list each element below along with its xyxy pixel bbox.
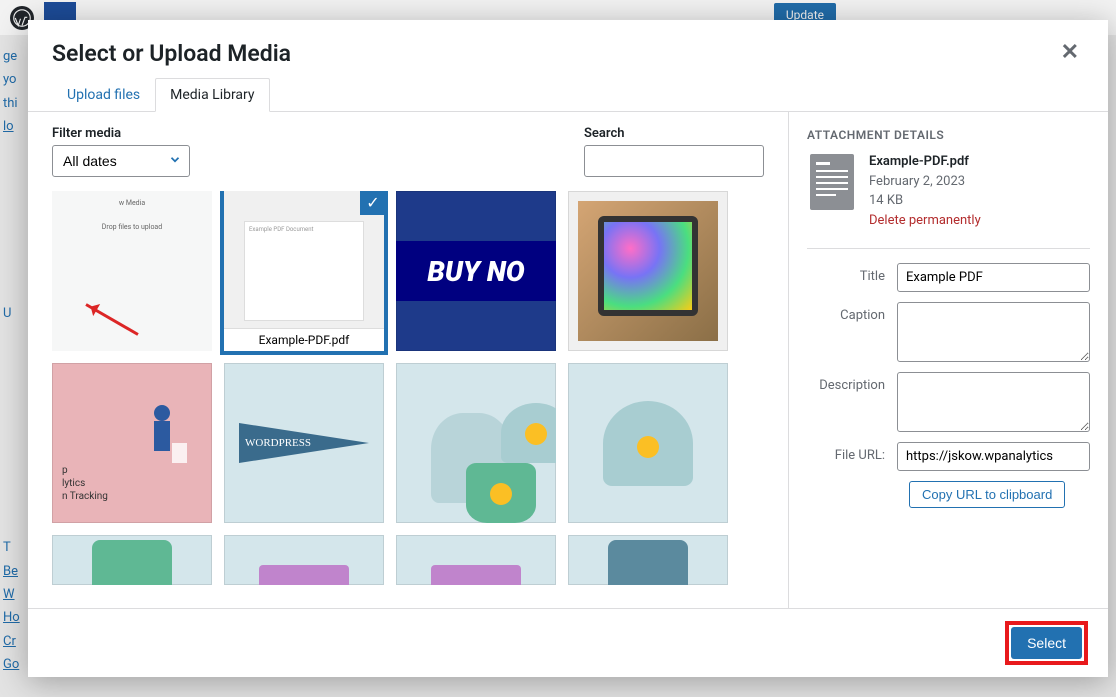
select-button-highlight: Select: [1005, 621, 1088, 665]
media-thumb[interactable]: [224, 535, 384, 585]
attachment-details-heading: ATTACHMENT DETAILS: [807, 128, 1090, 142]
modal-title: Select or Upload Media: [52, 40, 291, 67]
media-thumb[interactable]: [568, 191, 728, 351]
media-thumb[interactable]: plyticsn Tracking: [52, 363, 212, 523]
tab-upload-files[interactable]: Upload files: [52, 78, 155, 112]
tab-media-library[interactable]: Media Library: [155, 78, 269, 112]
search-input[interactable]: [584, 145, 764, 177]
checkmark-icon: ✓: [360, 191, 384, 215]
document-icon: [807, 152, 857, 212]
media-thumb[interactable]: [568, 363, 728, 523]
tablet-image: [578, 201, 718, 341]
media-thumb[interactable]: [396, 363, 556, 523]
modal-header: Select or Upload Media ✕: [28, 20, 1108, 77]
media-modal: Select or Upload Media ✕ Upload files Me…: [28, 20, 1108, 677]
copy-url-button[interactable]: Copy URL to clipboard: [909, 481, 1065, 508]
attachment-size: 14 KB: [869, 191, 981, 211]
media-thumb[interactable]: [568, 535, 728, 585]
delete-permanently-link[interactable]: Delete permanently: [869, 213, 981, 228]
document-icon: Example PDF Document: [244, 221, 364, 321]
attachment-meta: Example-PDF.pdf February 2, 2023 14 KB D…: [869, 152, 981, 230]
media-thumb[interactable]: BUY NO: [396, 191, 556, 351]
file-url-input[interactable]: [897, 442, 1090, 471]
media-thumb[interactable]: [396, 535, 556, 585]
search-label: Search: [584, 126, 764, 141]
thumb-filename: Example-PDF.pdf: [224, 328, 384, 351]
attachment-fields: Title Caption Description File URL: Copy…: [807, 248, 1090, 508]
media-thumb[interactable]: [52, 535, 212, 585]
attachment-date: February 2, 2023: [869, 172, 981, 192]
attachment-filename: Example-PDF.pdf: [869, 152, 981, 172]
file-url-label: File URL:: [807, 442, 897, 471]
filter-media-label: Filter media: [52, 126, 190, 141]
select-button[interactable]: Select: [1011, 627, 1082, 659]
media-thumb[interactable]: WORDPRESS: [224, 363, 384, 523]
modal-footer: Select: [28, 608, 1108, 677]
title-label: Title: [807, 263, 897, 292]
search-group: Search: [584, 126, 764, 177]
media-grid: w MediaDrop files to upload Example PDF …: [52, 191, 758, 585]
title-input[interactable]: [897, 263, 1090, 292]
media-thumb-selected[interactable]: Example PDF Document Example-PDF.pdf ✓: [224, 191, 384, 351]
filter-media-group: Filter media All dates: [52, 126, 190, 177]
filter-row: Filter media All dates Search: [52, 126, 764, 177]
description-label: Description: [807, 372, 897, 432]
caption-label: Caption: [807, 302, 897, 362]
arrow-icon: [85, 303, 138, 336]
caption-textarea[interactable]: [897, 302, 1090, 362]
modal-body: Filter media All dates Search: [28, 112, 1108, 608]
media-thumb[interactable]: w MediaDrop files to upload: [52, 191, 212, 351]
media-grid-scroll[interactable]: w MediaDrop files to upload Example PDF …: [52, 191, 764, 608]
beanie-image: [603, 401, 693, 486]
buy-now-banner: BUY NO: [396, 241, 556, 301]
attachment-details-sidebar: ATTACHMENT DETAILS Example-PDF.pdf Febru…: [788, 112, 1108, 608]
description-textarea[interactable]: [897, 372, 1090, 432]
pennant-image: WORDPRESS: [239, 423, 369, 463]
modal-tabs: Upload files Media Library: [28, 77, 1108, 112]
attachment-info: Example-PDF.pdf February 2, 2023 14 KB D…: [807, 152, 1090, 230]
close-icon[interactable]: ✕: [1056, 40, 1084, 65]
filter-dates-select[interactable]: All dates: [52, 145, 190, 177]
media-browser: Filter media All dates Search: [28, 112, 788, 608]
